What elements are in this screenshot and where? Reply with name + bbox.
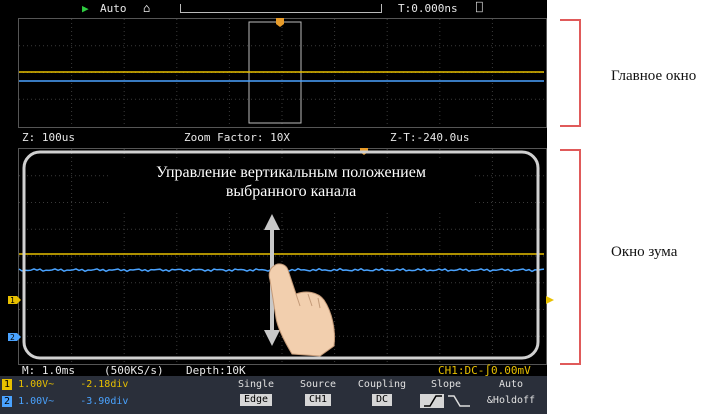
zoom-window-bracket <box>560 149 581 365</box>
callout-line-1: Управление вертикальным положением <box>156 164 426 181</box>
hand-pointer-icon <box>268 263 335 357</box>
callout-box: Управление вертикальным положением выбра… <box>110 160 472 210</box>
ch1-position-marker[interactable]: 1 <box>8 296 21 305</box>
svg-text:1: 1 <box>10 296 15 305</box>
callout-line-2: выбранного канала <box>225 183 357 200</box>
trigger-level-marker <box>546 296 554 304</box>
main-trigger-marker <box>276 18 284 27</box>
ch2-position-marker[interactable]: 2 <box>8 333 21 342</box>
main-window-bracket <box>560 19 581 127</box>
zoom-window-label: Окно зума <box>611 244 678 260</box>
svg-text:2: 2 <box>10 333 15 342</box>
main-window-label: Главное окно <box>611 68 697 84</box>
